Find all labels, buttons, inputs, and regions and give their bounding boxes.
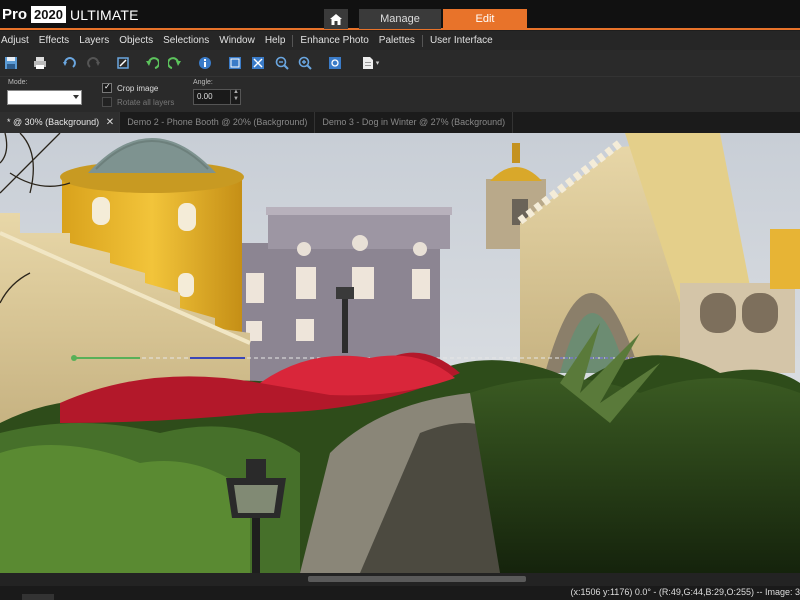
new-document-icon <box>362 57 373 69</box>
fullscreen-button[interactable] <box>327 55 343 71</box>
rotate-all-layers-checkbox[interactable] <box>102 97 112 107</box>
menu-window[interactable]: Window <box>214 35 260 46</box>
redo-green-button[interactable] <box>167 55 183 71</box>
status-text: (x:1506 y:1176) 0.0° - (R:49,G:44,B:29,O… <box>570 587 800 597</box>
save-button[interactable] <box>3 55 19 71</box>
crop-tool-button[interactable] <box>115 55 131 71</box>
menu-objects[interactable]: Objects <box>114 35 158 46</box>
home-button[interactable] <box>324 9 348 29</box>
menu-user-interface[interactable]: User Interface <box>425 35 498 46</box>
undo-icon <box>63 57 76 68</box>
crop-image-checkbox[interactable] <box>102 82 112 93</box>
redo-green-icon <box>168 57 181 69</box>
menu-palettes[interactable]: Palettes <box>374 35 420 46</box>
crop-tool-icon <box>117 57 129 69</box>
status-bar: (x:1506 y:1176) 0.0° - (R:49,G:44,B:29,O… <box>0 586 800 600</box>
app-logo: Pro 2020 ULTIMATE <box>2 6 139 23</box>
menu-selections[interactable]: Selections <box>158 35 214 46</box>
angle-spinner[interactable]: ▲ ▼ <box>230 89 241 105</box>
document-tab[interactable]: Demo 2 - Phone Booth @ 20% (Background) <box>120 112 316 133</box>
angle-label: Angle: <box>193 79 213 86</box>
brand-year: 2020 <box>31 6 66 23</box>
document-tabs: * @ 30% (Background) ✕ Demo 2 - Phone Bo… <box>0 112 800 133</box>
menu-layers[interactable]: Layers <box>74 35 114 46</box>
mode-select[interactable] <box>7 90 82 105</box>
menu-help[interactable]: Help <box>260 35 291 46</box>
brand-pro: Pro <box>2 6 28 23</box>
document-tab[interactable]: Demo 3 - Dog in Winter @ 27% (Background… <box>315 112 514 133</box>
menu-effects[interactable]: Effects <box>34 35 74 46</box>
title-bar: Pro 2020 ULTIMATE Manage Edit <box>0 0 800 30</box>
undo-green-icon <box>146 57 159 69</box>
zoom-in-button[interactable] <box>297 55 313 71</box>
zoom-out-button[interactable] <box>274 55 290 71</box>
undo-button[interactable] <box>61 55 77 71</box>
menu-separator <box>421 34 423 47</box>
crop-image-label: Crop image <box>117 84 159 93</box>
actual-size-icon <box>252 57 264 69</box>
info-button[interactable] <box>197 55 213 71</box>
brand-edition: ULTIMATE <box>69 6 139 23</box>
fit-window-button[interactable] <box>227 55 243 71</box>
image-canvas[interactable] <box>0 133 800 573</box>
print-icon <box>34 57 46 69</box>
home-icon <box>330 13 342 25</box>
tab-manage[interactable]: Manage <box>359 9 441 29</box>
fit-window-icon <box>229 57 241 69</box>
scrollbar-thumb[interactable] <box>308 576 526 582</box>
document-tab-active[interactable]: * @ 30% (Background) ✕ <box>0 112 121 133</box>
zoom-in-icon <box>298 56 312 70</box>
close-icon[interactable]: ✕ <box>106 112 114 133</box>
photo-image <box>0 133 800 573</box>
toolbar: ▾ <box>0 50 800 76</box>
actual-size-button[interactable] <box>250 55 266 71</box>
zoom-out-icon <box>275 56 289 70</box>
menu-adjust[interactable]: Adjust <box>0 35 34 46</box>
menu-enhance-photo[interactable]: Enhance Photo <box>295 35 373 46</box>
fullscreen-icon <box>329 57 341 69</box>
rotate-all-layers-label: Rotate all layers <box>117 98 175 107</box>
tab-edit[interactable]: Edit <box>443 9 527 30</box>
status-bar-grip <box>22 594 54 600</box>
menu-separator <box>292 34 294 47</box>
mode-label: Mode: <box>8 79 28 86</box>
redo-icon <box>87 57 100 68</box>
print-button[interactable] <box>32 55 48 71</box>
new-document-button[interactable]: ▾ <box>357 55 383 71</box>
chevron-down-icon: ▾ <box>375 60 380 67</box>
tool-options-bar: Mode: Crop image Rotate all layers Angle… <box>0 76 800 112</box>
save-icon <box>5 57 17 69</box>
menu-bar: Adjust Effects Layers Objects Selections… <box>0 31 800 50</box>
undo-green-button[interactable] <box>144 55 160 71</box>
document-tab-label: * @ 30% (Background) <box>7 117 100 127</box>
chevron-down-icon <box>73 95 79 99</box>
redo-button[interactable] <box>86 55 102 71</box>
horizontal-scrollbar[interactable] <box>0 573 800 586</box>
info-icon <box>199 57 211 69</box>
angle-value: 0.00 <box>197 92 213 101</box>
